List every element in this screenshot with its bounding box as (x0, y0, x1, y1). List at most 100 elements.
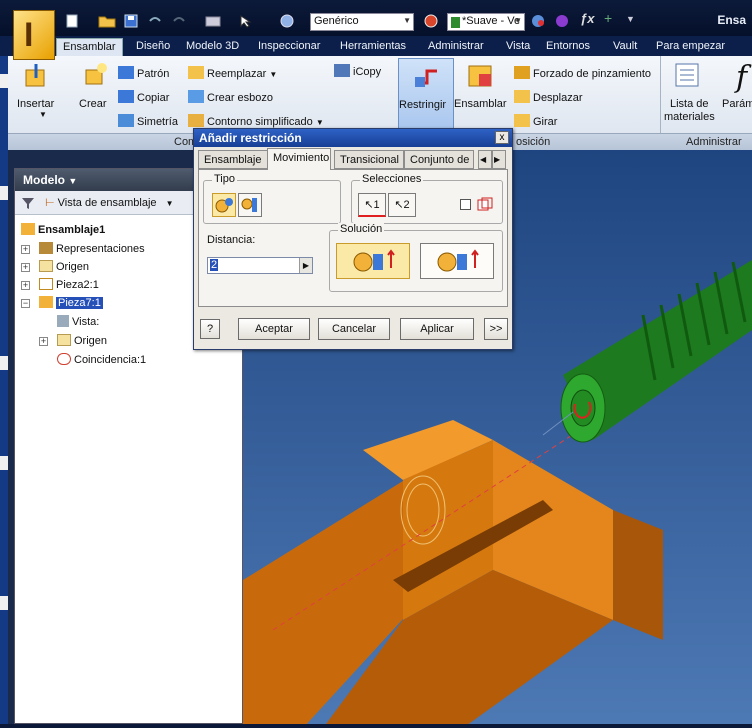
patron-button[interactable]: Patrón (118, 66, 169, 80)
lista-materiales-line2[interactable]: materiales (664, 111, 715, 123)
folder-icon (39, 260, 53, 272)
tab-transicional[interactable]: Transicional (334, 150, 404, 169)
view-selector[interactable]: ⊢ Vista de ensamblaje ▼ (45, 196, 174, 209)
tab-scroll-left-icon[interactable]: ◀ (478, 150, 492, 169)
aplicar-button[interactable]: Aplicar (400, 318, 474, 340)
aceptar-button[interactable]: Aceptar (238, 318, 310, 340)
help-button[interactable]: ? (200, 319, 220, 339)
crear-label[interactable]: Crear (79, 98, 107, 110)
insert-component-icon[interactable] (22, 62, 52, 92)
selection-2-button[interactable]: ↖2 (388, 193, 416, 217)
reemplazar-button[interactable]: Reemplazar ▼ (188, 66, 277, 80)
contorno-button[interactable]: Contorno simplificado ▼ (188, 114, 324, 128)
ensamblar-label[interactable]: Ensamblar (454, 98, 507, 110)
redo-icon[interactable] (170, 14, 188, 28)
adjust-appearance-icon[interactable] (554, 14, 572, 28)
tree-item-pieza2[interactable]: Pieza2:1 (39, 277, 99, 293)
insertar-label[interactable]: Insertar (17, 98, 54, 110)
appearance-sphere-icon[interactable] (422, 14, 440, 28)
tab-entornos[interactable]: Entornos (540, 38, 596, 56)
bom-icon[interactable] (672, 60, 702, 90)
reverse-solution-button[interactable] (420, 243, 494, 279)
tree-item-root[interactable]: Ensamblaje1 (21, 222, 105, 238)
icopy-button[interactable]: iCopy (334, 64, 381, 78)
tab-inspeccionar[interactable]: Inspeccionar (252, 38, 326, 56)
more-options-button[interactable]: >> (484, 318, 508, 340)
copiar-button[interactable]: Copiar (118, 90, 169, 104)
tab-diseno[interactable]: Diseño (130, 38, 176, 56)
girar-button[interactable]: Girar (514, 114, 557, 128)
chevron-down-icon: ▼ (403, 16, 411, 25)
function-icon[interactable]: ƒx (580, 11, 598, 26)
add-icon[interactable]: + (604, 10, 622, 26)
cancelar-button[interactable]: Cancelar (318, 318, 390, 340)
clear-appearance-icon[interactable] (530, 14, 548, 28)
crear-esbozo-button[interactable]: Crear esbozo (188, 90, 273, 104)
assembly-icon (21, 223, 35, 235)
simetria-button[interactable]: Simetría (118, 114, 178, 128)
rotation-type-button[interactable] (212, 193, 236, 217)
distancia-arrow-icon[interactable]: ▶ (299, 258, 312, 273)
close-button[interactable]: x (495, 131, 509, 144)
selection-1-button[interactable]: ↖1 (358, 193, 386, 217)
tab-herramientas[interactable]: Herramientas (334, 38, 412, 56)
distancia-input[interactable]: 2 (207, 257, 313, 274)
tab-para-empezar[interactable]: Para empezar (650, 38, 731, 56)
collapse-icon[interactable]: − (21, 299, 30, 308)
tab-conjunto[interactable]: Conjunto de r (404, 150, 474, 169)
appearance-combo[interactable]: *Suave - Ve ▼ (447, 13, 525, 31)
tab-ensamblaje[interactable]: Ensamblaje (198, 150, 268, 169)
parametros-label[interactable]: Parám (722, 98, 752, 110)
tree-item-coincidencia[interactable]: Coincidencia:1 (57, 352, 146, 368)
mate-constraint-icon (57, 353, 71, 365)
tree-item-representaciones[interactable]: Representaciones (39, 241, 145, 257)
tab-vault[interactable]: Vault (607, 38, 643, 56)
constraint-icon (415, 69, 437, 87)
tab-vista[interactable]: Vista (500, 38, 536, 56)
edge-mark (0, 186, 8, 200)
desplazar-button[interactable]: Desplazar (514, 90, 583, 104)
tree-item-vista[interactable]: Vista: (57, 314, 99, 330)
selection-1-label: 1 (373, 199, 380, 211)
filter-icon[interactable] (21, 196, 35, 210)
rotation-translation-type-button[interactable] (238, 193, 262, 217)
lista-materiales-line1[interactable]: Lista de (670, 98, 709, 110)
create-component-icon[interactable] (80, 60, 110, 90)
save-icon[interactable] (122, 14, 140, 28)
undo-icon[interactable] (146, 14, 164, 28)
expand-icon[interactable]: + (21, 263, 30, 272)
application-menu-button[interactable]: I (13, 10, 55, 60)
tree-item-origen[interactable]: Origen (39, 259, 89, 275)
chevron-down-icon[interactable]: ▼ (68, 176, 77, 186)
tab-ensamblar[interactable]: Ensamblar (56, 38, 123, 56)
tree-item-origen-2[interactable]: Origen (57, 333, 107, 349)
material-combo[interactable]: Genérico ▼ (310, 13, 414, 31)
forzado-button[interactable]: Forzado de pinzamiento (514, 66, 651, 80)
select-icon[interactable] (238, 14, 256, 28)
pick-part-first-icon[interactable] (476, 196, 494, 214)
tree-label: Vista: (72, 316, 100, 328)
expand-icon[interactable]: + (39, 337, 48, 346)
globe-icon[interactable] (278, 14, 296, 28)
expand-icon[interactable]: + (21, 245, 30, 254)
tab-modelo-3d[interactable]: Modelo 3D (180, 38, 245, 56)
expand-icon[interactable]: + (21, 281, 30, 290)
customize-dropdown-icon[interactable]: ▼ (626, 14, 644, 28)
tree-item-pieza7[interactable]: Pieza7:1 (39, 295, 103, 311)
new-file-icon[interactable] (64, 14, 82, 28)
dialog-title-bar[interactable]: Añadir restricción (194, 129, 512, 147)
tab-scroll-right-icon[interactable]: ▶ (492, 150, 506, 169)
forward-solution-button[interactable] (336, 243, 410, 279)
first-occurrence-checkbox[interactable] (460, 199, 471, 210)
open-folder-icon[interactable] (98, 14, 116, 28)
email-icon[interactable] (204, 14, 222, 28)
chevron-down-icon[interactable]: ▼ (39, 110, 47, 119)
tab-movimiento[interactable]: Movimiento (267, 148, 331, 170)
tab-administrar[interactable]: Administrar (422, 38, 490, 56)
assemble-icon[interactable] (466, 60, 496, 90)
snap-fit-icon (514, 66, 530, 79)
move-icon (514, 90, 530, 103)
tree-label: Coincidencia:1 (74, 354, 147, 366)
restringir-button[interactable]: Restringir (398, 58, 454, 132)
parameters-icon[interactable]: f (736, 60, 747, 95)
